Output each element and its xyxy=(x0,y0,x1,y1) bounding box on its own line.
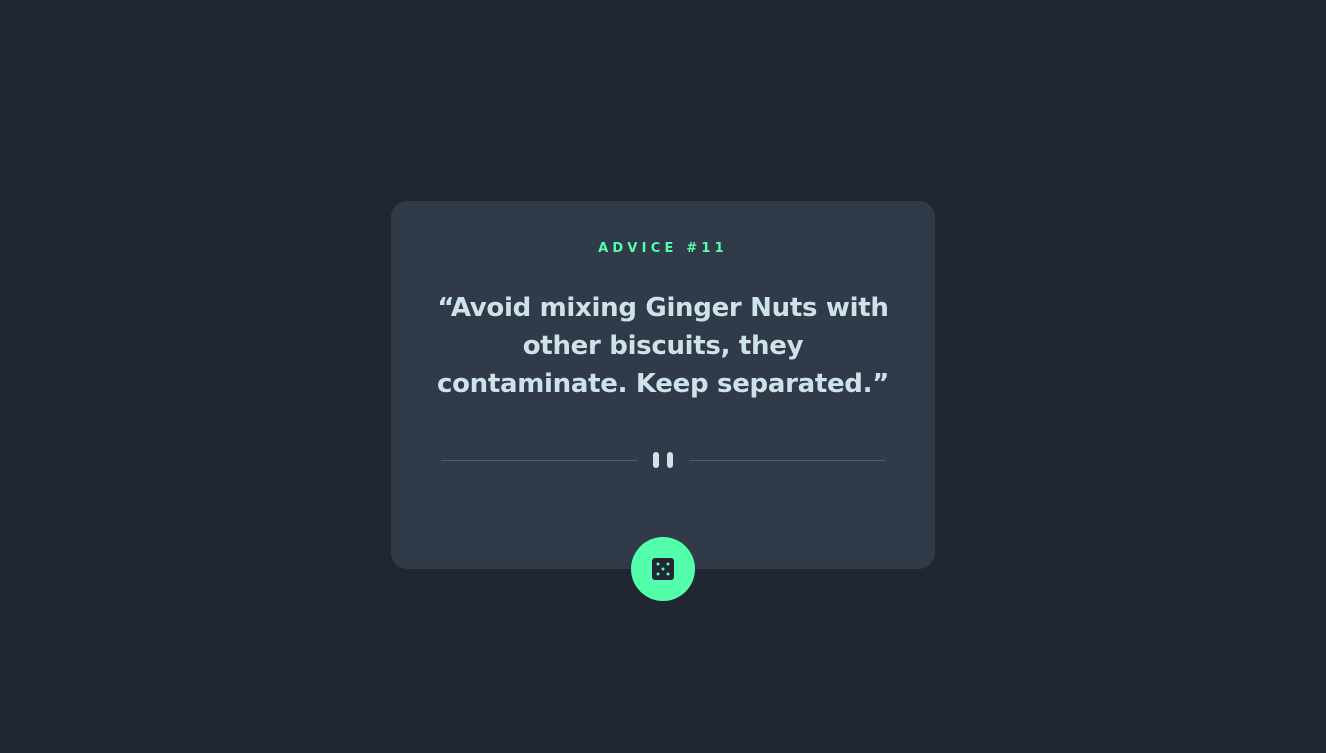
new-advice-button[interactable] xyxy=(631,537,695,601)
divider-line-left xyxy=(441,460,637,461)
page: ADVICE #11 “Avoid mixing Ginger Nuts wit… xyxy=(0,0,1326,753)
pause-icon xyxy=(653,452,673,468)
dice-icon xyxy=(652,558,674,580)
divider xyxy=(441,452,885,468)
advice-quote: “Avoid mixing Ginger Nuts with other bis… xyxy=(436,293,889,399)
advice-number: ADVICE #11 xyxy=(598,241,728,256)
divider-line-right xyxy=(689,460,885,461)
advice-card: ADVICE #11 “Avoid mixing Ginger Nuts wit… xyxy=(391,201,935,601)
